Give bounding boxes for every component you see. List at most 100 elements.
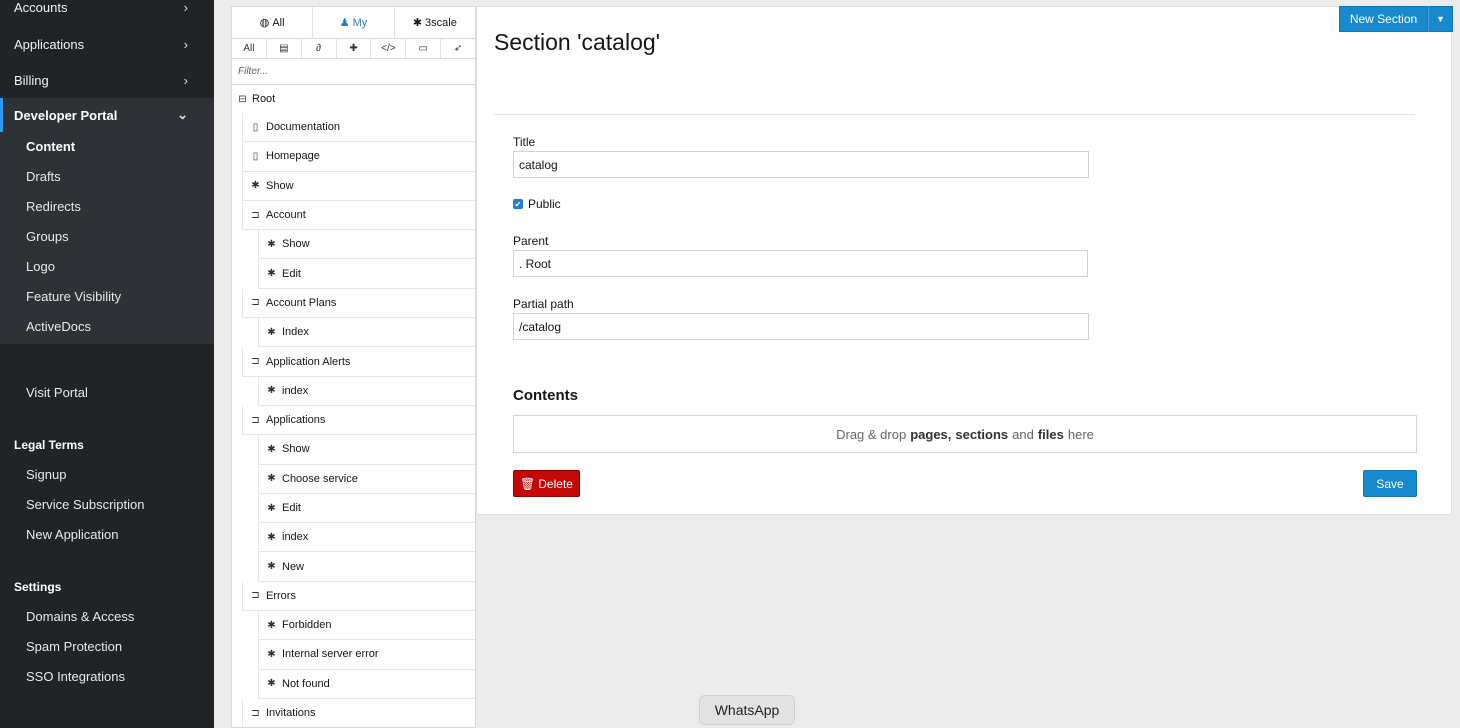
tree-item[interactable]: ⊐ Application Alerts: [242, 347, 475, 377]
tree-item[interactable]: ✱ index: [258, 376, 475, 406]
tree-item-label: Show: [266, 179, 294, 192]
tree-item-label: Show: [282, 238, 310, 251]
paperclip-icon[interactable]: ∂: [302, 39, 337, 58]
tree-item[interactable]: ✱ Show: [258, 435, 475, 465]
legal-terms-heading: Legal Terms: [14, 438, 84, 452]
page-icon[interactable]: ▤: [267, 39, 302, 58]
page-icon: ▯: [252, 121, 259, 133]
gear-icon: ✱: [267, 473, 276, 485]
tree-item-label: Account Plans: [266, 296, 337, 309]
sidebar-item-service-subscription[interactable]: Service Subscription: [26, 497, 145, 512]
tree-item[interactable]: ✱ Edit: [258, 493, 475, 524]
nav-item-developer-portal[interactable]: Developer Portal ⌄: [0, 98, 214, 132]
sidebar-item-logo[interactable]: Logo: [26, 259, 55, 274]
tree-item[interactable]: ✱ index: [258, 523, 475, 553]
tab-3scale[interactable]: ✱ 3scale: [395, 7, 475, 38]
tree-item[interactable]: ✱ Show: [242, 171, 475, 201]
sidebar-item-redirects[interactable]: Redirects: [26, 199, 81, 214]
tree-item[interactable]: ✱ Choose service: [258, 464, 475, 494]
folder-icon[interactable]: ▭: [406, 39, 442, 58]
contents-dropzone[interactable]: Drag & drop pages, sections and files he…: [513, 415, 1417, 453]
tree-root-label: Root: [252, 93, 276, 105]
tree-origin-tabs: ◍ All ♟ My ✱ 3scale: [232, 7, 475, 39]
sidebar-item-feature-visibility[interactable]: Feature Visibility: [26, 289, 121, 304]
sidebar-item-activedocs[interactable]: ActiveDocs: [26, 319, 91, 334]
tree-item[interactable]: ⊐ Applications: [242, 405, 475, 436]
nav-item-applications[interactable]: Applications ›: [0, 29, 214, 59]
delete-button[interactable]: 🗑 Delete: [513, 470, 580, 497]
divider: [494, 114, 1415, 115]
page-title: Section 'catalog': [494, 29, 661, 55]
gear-icon: ✱: [267, 678, 276, 690]
chevron-right-icon: ›: [183, 72, 188, 88]
tree-item-label: Applications: [266, 414, 326, 427]
tree-item[interactable]: ⊐ Account: [242, 200, 475, 231]
nav-item-billing[interactable]: Billing ›: [0, 65, 214, 95]
sidebar-item-domains-access[interactable]: Domains & Access: [26, 609, 134, 624]
tree-item-label: Edit: [282, 502, 301, 514]
tree-item[interactable]: ⊐ Errors: [242, 581, 475, 612]
public-checkbox-row[interactable]: ✔ Public: [513, 197, 561, 211]
collapse-icon[interactable]: ⊟: [237, 94, 248, 105]
tree-item-label: Application Alerts: [266, 355, 351, 368]
sidebar-item-drafts[interactable]: Drafts: [26, 169, 61, 184]
chevron-down-icon[interactable]: ▼: [1428, 6, 1453, 32]
tree-item[interactable]: ✱ Not found: [258, 669, 475, 699]
gear-icon: ✱: [267, 268, 276, 280]
gear-icon: ✱: [267, 619, 276, 631]
folder-open-icon: ⊐: [251, 297, 260, 309]
gear-icon: ✱: [267, 443, 276, 455]
tree-item-label: Edit: [282, 267, 301, 280]
gear-icon: ✱: [412, 17, 423, 29]
new-section-button[interactable]: New Section: [1339, 6, 1428, 32]
tree-item[interactable]: ⊐ Invitations: [242, 698, 475, 727]
puzzle-icon[interactable]: ✚: [337, 39, 372, 58]
public-checkbox[interactable]: ✔: [513, 199, 523, 209]
tree-item-label: Not found: [282, 677, 330, 690]
sidebar-item-groups[interactable]: Groups: [26, 229, 69, 244]
tree-filter-input[interactable]: [232, 59, 475, 85]
tree-item[interactable]: ✱ New: [258, 552, 475, 582]
whatsapp-toast[interactable]: WhatsApp: [699, 695, 795, 725]
tree-root[interactable]: ⊟ Root: [232, 85, 475, 113]
folder-open-icon: ⊐: [251, 356, 260, 368]
save-button[interactable]: Save: [1363, 470, 1417, 497]
tab-label: All: [272, 16, 285, 29]
tab-all[interactable]: ◍ All: [232, 7, 314, 38]
gear-icon: ✱: [267, 561, 276, 573]
folder-open-icon: ⊐: [251, 209, 260, 221]
tree-item-label: Invitations: [266, 707, 316, 720]
parent-select[interactable]: . Root: [513, 250, 1088, 277]
gear-icon: ✱: [267, 385, 276, 397]
tree-item[interactable]: ⊐ Account Plans: [242, 288, 475, 319]
code-icon[interactable]: </>: [371, 39, 407, 58]
tree-items: ▯ Documentation ▯ Homepage ✱ Show ⊐ Account ✱ Sho…: [232, 113, 475, 727]
rocket-icon[interactable]: ➶: [441, 39, 475, 58]
sidebar-item-spam-protection[interactable]: Spam Protection: [26, 639, 122, 654]
sidebar-item-signup[interactable]: Signup: [26, 467, 66, 482]
sidebar-item-new-application[interactable]: New Application: [26, 527, 119, 542]
tree-item[interactable]: ✱ Forbidden: [258, 611, 475, 641]
tab-my[interactable]: ♟ My: [313, 7, 395, 38]
filter-all[interactable]: All: [232, 39, 267, 58]
title-input[interactable]: catalog: [513, 151, 1089, 178]
tree-item-label: Internal server error: [282, 648, 379, 661]
nav-item-accounts[interactable]: Accounts ›: [0, 0, 214, 22]
tree-item[interactable]: ▯ Homepage: [242, 142, 475, 172]
tree-item[interactable]: ✱ Show: [258, 230, 475, 260]
dropzone-files: files: [1037, 426, 1064, 442]
tree-item[interactable]: ▯ Documentation: [242, 113, 475, 143]
tree-item-label: Show: [282, 443, 310, 456]
nav-item-label: Billing: [14, 72, 49, 88]
tree-item[interactable]: ✱ Edit: [258, 259, 475, 289]
tree-item[interactable]: ✱ Index: [258, 318, 475, 348]
sidebar-item-content[interactable]: Content: [26, 139, 75, 154]
partial-path-input[interactable]: /catalog: [513, 313, 1089, 340]
sidebar-item-visit-portal[interactable]: Visit Portal: [26, 385, 88, 400]
dropzone-text: Drag & drop: [836, 426, 907, 442]
sidebar-item-sso-integrations[interactable]: SSO Integrations: [26, 669, 125, 684]
tree-item-label: Homepage: [266, 150, 320, 163]
dropzone-text: and: [1012, 426, 1034, 442]
tree-item[interactable]: ✱ Internal server error: [258, 640, 475, 670]
dropzone-sections: sections: [955, 426, 1009, 442]
